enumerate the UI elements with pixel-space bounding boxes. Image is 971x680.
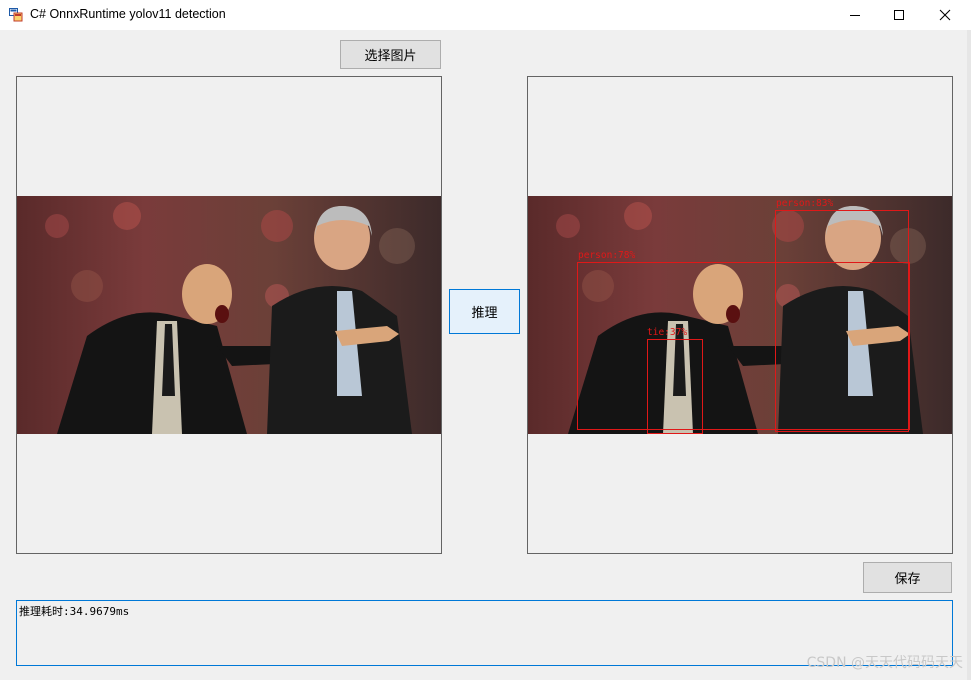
inference-button[interactable]: 推理 [449,289,520,334]
select-image-button[interactable]: 选择图片 [340,40,441,69]
result-image-box: person:83% person:78% tie:37% [527,76,953,554]
minimize-icon [850,15,860,16]
watermark: CSDN @天天代码码天天 [806,655,963,671]
inference-time-text: 推理耗时:34.9679ms [19,605,130,618]
result-photo: person:83% person:78% tie:37% [528,196,952,434]
title-bar: C# OnnxRuntime yolov11 detection [0,0,971,30]
window-edge [967,30,971,680]
maximize-button[interactable] [876,0,922,30]
save-button[interactable]: 保存 [863,562,952,593]
detection-label: person:83% [776,198,834,209]
source-photo [17,196,441,434]
detection-box-tie [647,339,703,434]
close-button[interactable] [922,0,968,30]
detection-box-person-2 [577,262,910,430]
source-image-box [16,76,442,554]
app-icon [9,8,23,22]
minimize-button[interactable] [832,0,878,30]
window-title: C# OnnxRuntime yolov11 detection [30,7,226,21]
maximize-icon [894,10,904,20]
close-icon [939,9,951,21]
detection-label: tie:37% [647,327,688,338]
detection-label: person:78% [578,250,636,261]
photo-image [17,196,441,434]
